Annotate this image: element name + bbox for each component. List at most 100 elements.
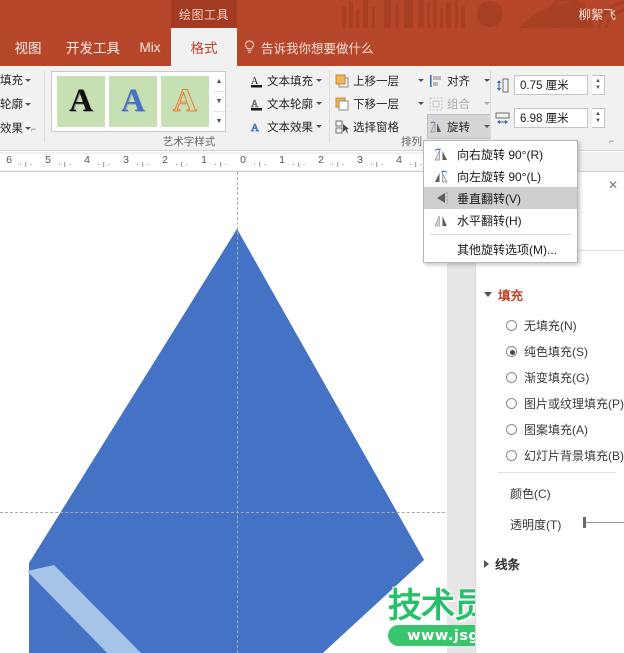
- ruler-number: 6: [6, 154, 12, 166]
- ribbon: 填充 轮廓 效果 ⌐ A A A ▲ ▼ ▼ A 文本填充 A 文本轮廓 A 文…: [0, 66, 624, 151]
- contextual-tab-group-label: 绘图工具: [171, 0, 237, 28]
- ruler-tick: · ı ·: [175, 159, 189, 169]
- ruler-number: 0: [240, 154, 246, 166]
- tab-format[interactable]: 格式: [171, 28, 237, 66]
- ruler-number: 3: [123, 154, 129, 166]
- ruler-number: 3: [357, 154, 363, 166]
- fill-transparency-label: 透明度(T): [510, 518, 562, 532]
- chevron-down-icon: [25, 102, 31, 106]
- stepper-up-icon[interactable]: ▲: [595, 78, 601, 85]
- size-group: 0.75 厘米 ▲ ▼ 6.98 厘米 ▲ ▼ ⌐: [491, 66, 624, 151]
- size-dialog-launcher[interactable]: ⌐: [609, 137, 619, 147]
- shape-height-row: 0.75 厘米 ▲ ▼: [495, 75, 605, 95]
- fill-option-label: 纯色填充(S): [524, 345, 588, 359]
- menu-item-label: 垂直翻转(V): [457, 191, 521, 206]
- shape-height-stepper[interactable]: ▲ ▼: [592, 75, 605, 95]
- ruler-tick: · ı ·: [409, 159, 423, 169]
- fill-option-none[interactable]: 无填充(N): [506, 317, 577, 334]
- account-username[interactable]: 柳絮飞: [578, 4, 616, 23]
- line-section-header[interactable]: 线条: [484, 554, 520, 573]
- tab-mix[interactable]: Mix: [130, 28, 170, 66]
- shape-width-row: 6.98 厘米 ▲ ▼: [495, 108, 605, 128]
- transparency-slider-knob[interactable]: [583, 517, 586, 528]
- fill-option-slide-background[interactable]: 幻灯片背景填充(B): [506, 447, 624, 464]
- menu-item-more-rotation-options[interactable]: 其他旋转选项(M)...: [424, 238, 577, 260]
- fill-option-label: 图案填充(A): [524, 423, 588, 437]
- radio-icon-selected[interactable]: [506, 346, 517, 357]
- arrange-group: 排列: [334, 66, 489, 151]
- radio-icon[interactable]: [506, 372, 517, 383]
- shape-styles-group: 填充 轮廓 效果 ⌐: [0, 68, 44, 140]
- menu-item-rotate-left-90[interactable]: 向左旋转 90°(L): [424, 165, 577, 187]
- fill-section-header[interactable]: 填充: [484, 285, 523, 304]
- ruler-tick: · ı ·: [136, 159, 150, 169]
- radio-icon[interactable]: [506, 450, 517, 461]
- tab-developer[interactable]: 开发工具: [57, 28, 129, 66]
- shape-width-stepper[interactable]: ▲ ▼: [592, 108, 605, 128]
- radio-icon[interactable]: [506, 320, 517, 331]
- ruler-number: 2: [162, 154, 168, 166]
- ruler-tick: · ı ·: [97, 159, 111, 169]
- fill-option-gradient[interactable]: 渐变填充(G): [506, 369, 589, 386]
- shape-fill-button[interactable]: 填充: [0, 68, 44, 92]
- powerpoint-window: 绘图工具 柳絮飞 视图 开发工具 Mix 格式 告诉我你想要做什么 填充 轮廓 …: [0, 0, 624, 653]
- title-bar-decoration: [294, 0, 624, 28]
- ruler-tick: · ı ·: [214, 159, 228, 169]
- ruler-tick: · ı ·: [253, 159, 267, 169]
- fill-option-label: 图片或纹理填充(P): [524, 397, 624, 411]
- vertical-guide[interactable]: [237, 172, 238, 653]
- ruler-number: 1: [201, 154, 207, 166]
- shape-width-input[interactable]: 6.98 厘米: [514, 108, 588, 128]
- triangle-right-icon: [484, 559, 489, 568]
- line-section-title: 线条: [495, 558, 521, 572]
- flip-horizontal-icon: [432, 213, 449, 228]
- fill-option-solid[interactable]: 纯色填充(S): [506, 343, 588, 360]
- rotate-dropdown-menu[interactable]: 向右旋转 90°(R) 向左旋转 90°(L) 垂直翻转(V) 水平翻转(H) …: [423, 140, 578, 263]
- ruler-tick: · ı ·: [19, 159, 33, 169]
- stepper-up-icon[interactable]: ▲: [595, 111, 601, 118]
- shape-outline-button[interactable]: 轮廓: [0, 92, 44, 116]
- title-bar: 绘图工具 柳絮飞: [0, 0, 624, 28]
- ruler-tick: · ı ·: [331, 159, 345, 169]
- radio-icon[interactable]: [506, 424, 517, 435]
- shape-height-input[interactable]: 0.75 厘米: [514, 75, 588, 95]
- shape-outline-label: 轮廓: [0, 99, 23, 111]
- tell-me-label: 告诉我你想要做什么: [261, 41, 374, 56]
- ruler-number: 2: [318, 154, 324, 166]
- menu-item-label: 其他旋转选项(M)...: [457, 242, 557, 257]
- ruler-number: 5: [45, 154, 51, 166]
- lightbulb-icon: [243, 40, 256, 54]
- fill-option-picture-texture[interactable]: 图片或纹理填充(P): [506, 395, 624, 412]
- wordart-styles-group: 艺术字样式: [51, 66, 327, 151]
- tell-me-search[interactable]: 告诉我你想要做什么: [243, 28, 374, 66]
- transparency-slider-track[interactable]: [584, 522, 624, 523]
- shape-styles-dialog-launcher[interactable]: ⌐: [31, 125, 41, 135]
- fill-option-pattern[interactable]: 图案填充(A): [506, 421, 588, 438]
- fill-option-label: 无填充(N): [524, 319, 577, 333]
- panel-divider: [498, 472, 616, 473]
- ruler-number: 4: [84, 154, 90, 166]
- fill-option-label: 幻灯片背景填充(B): [524, 449, 624, 463]
- menu-item-rotate-right-90[interactable]: 向右旋转 90°(R): [424, 143, 577, 165]
- menu-item-label: 向左旋转 90°(L): [457, 169, 542, 184]
- stepper-down-icon[interactable]: ▼: [595, 118, 601, 125]
- chevron-down-icon: [25, 78, 31, 82]
- ruler-number: 1: [279, 154, 285, 166]
- ruler-tick: · ı ·: [370, 159, 384, 169]
- ruler-tick: · ı ·: [58, 159, 72, 169]
- fill-option-label: 渐变填充(G): [524, 371, 590, 385]
- tab-view[interactable]: 视图: [2, 28, 54, 66]
- horizontal-guide[interactable]: [0, 512, 475, 513]
- radio-icon[interactable]: [506, 398, 517, 409]
- menu-item-label: 向右旋转 90°(R): [457, 147, 544, 162]
- slide-canvas[interactable]: [0, 172, 475, 653]
- stepper-down-icon[interactable]: ▼: [595, 85, 601, 92]
- menu-item-flip-vertical[interactable]: 垂直翻转(V): [424, 187, 577, 209]
- ruler-tick: · ı ·: [292, 159, 306, 169]
- fill-color-label[interactable]: 颜色(C): [510, 485, 551, 502]
- menu-item-label: 水平翻转(H): [457, 213, 522, 228]
- menu-separator: [430, 234, 571, 235]
- close-icon[interactable]: ✕: [608, 178, 618, 192]
- rotate-right-90-icon: [432, 147, 449, 162]
- menu-item-flip-horizontal[interactable]: 水平翻转(H): [424, 209, 577, 231]
